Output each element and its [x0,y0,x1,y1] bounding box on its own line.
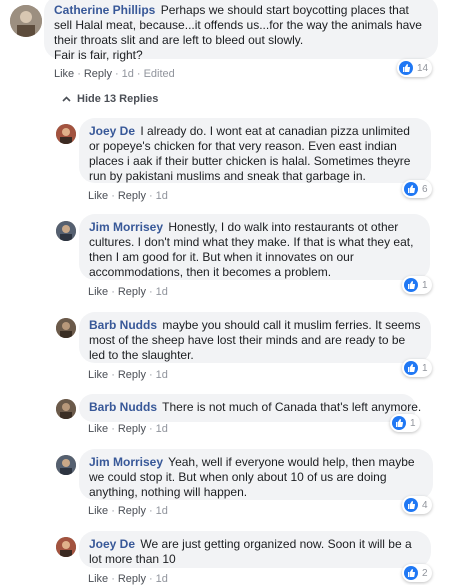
reply-actions: Like · Reply · 1d [88,190,168,202]
thumbs-up-icon [404,566,418,580]
timestamp[interactable]: 1d [156,286,168,298]
timestamp[interactable]: 1d [122,68,134,80]
reply-link[interactable]: Reply [84,68,112,80]
reply-text: We are just getting organized now. Soon … [89,537,412,566]
reaction-number: 1 [422,279,428,291]
reaction-number: 4 [422,499,428,511]
reply-link[interactable]: Reply [118,505,146,517]
reaction-count[interactable]: 14 [397,59,433,77]
timestamp[interactable]: 1d [156,505,168,517]
comment-thread: Catherine Phillips Perhaps we should sta… [0,0,466,585]
like-link[interactable]: Like [54,68,74,80]
reply-actions: Like · Reply · 1d [88,369,168,381]
reply-link[interactable]: Reply [118,190,146,202]
like-link[interactable]: Like [88,505,108,517]
reply-actions: Like · Reply · 1d [88,573,168,585]
hide-replies-button[interactable]: Hide 13 Replies [62,93,158,105]
comment-actions: Like · Reply · 1d · Edited [54,68,175,80]
reaction-number: 1 [422,362,428,374]
thumbs-up-icon [404,278,418,292]
chevron-up-icon [62,93,71,105]
reply-author[interactable]: Barb Nudds [89,400,157,414]
like-link[interactable]: Like [88,369,108,381]
reply-bubble: Jim Morrisey Yeah, well if everyone woul… [79,449,433,500]
reply-actions: Like · Reply · 1d [88,505,168,517]
reply-link[interactable]: Reply [118,369,146,381]
thumbs-up-icon [392,416,406,430]
like-link[interactable]: Like [88,286,108,298]
reply-text: I already do. I wont eat at canadian piz… [89,124,411,183]
reply-bubble: Joey De We are just getting organized no… [79,531,431,568]
reaction-count[interactable]: 6 [402,180,432,198]
reaction-count[interactable]: 2 [402,564,432,582]
comment-text-line2: Fair is fair, right? [54,48,143,62]
reaction-number: 6 [422,183,428,195]
reply-bubble: Barb Nudds There is not much of Canada t… [79,394,421,422]
timestamp[interactable]: 1d [156,190,168,202]
comment-bubble: Catherine Phillips Perhaps we should sta… [44,0,438,62]
reply-author[interactable]: Barb Nudds [89,318,157,332]
reply-actions: Like · Reply · 1d [88,423,168,435]
reply-link[interactable]: Reply [118,573,146,585]
reply-link[interactable]: Reply [118,286,146,298]
reaction-number: 1 [410,417,416,429]
reply-actions: Like · Reply · 1d [88,286,168,298]
reply-link[interactable]: Reply [118,423,146,435]
avatar[interactable] [56,399,76,419]
reaction-count[interactable]: 1 [390,414,420,432]
reaction-count[interactable]: 4 [402,496,432,514]
thumbs-up-icon [404,182,418,196]
reaction-number: 2 [422,567,428,579]
avatar[interactable] [56,537,76,557]
timestamp[interactable]: 1d [156,573,168,585]
reaction-number: 14 [417,62,429,74]
hide-replies-label: Hide 13 Replies [77,93,159,105]
like-link[interactable]: Like [88,190,108,202]
timestamp[interactable]: 1d [156,369,168,381]
edited-label[interactable]: Edited [144,68,175,80]
avatar[interactable] [10,5,42,37]
reply-author[interactable]: Jim Morrisey [89,220,163,234]
reply-bubble: Jim Morrisey Honestly, I do walk into re… [79,214,430,280]
thumbs-up-icon [399,61,413,75]
reply-bubble: Joey De I already do. I wont eat at cana… [79,118,431,183]
reply-author[interactable]: Joey De [89,124,135,138]
reply-author[interactable]: Jim Morrisey [89,455,163,469]
avatar[interactable] [56,221,76,241]
comment-author[interactable]: Catherine Phillips [54,3,155,17]
thumbs-up-icon [404,498,418,512]
reaction-count[interactable]: 1 [402,359,432,377]
like-link[interactable]: Like [88,573,108,585]
timestamp[interactable]: 1d [156,423,168,435]
reaction-count[interactable]: 1 [402,276,432,294]
reply-bubble: Barb Nudds maybe you should call it musl… [79,312,431,363]
thumbs-up-icon [404,361,418,375]
avatar[interactable] [56,318,76,338]
like-link[interactable]: Like [88,423,108,435]
avatar[interactable] [56,455,76,475]
reply-author[interactable]: Joey De [89,537,135,551]
reply-text: There is not much of Canada that's left … [162,400,422,414]
avatar[interactable] [56,124,76,144]
